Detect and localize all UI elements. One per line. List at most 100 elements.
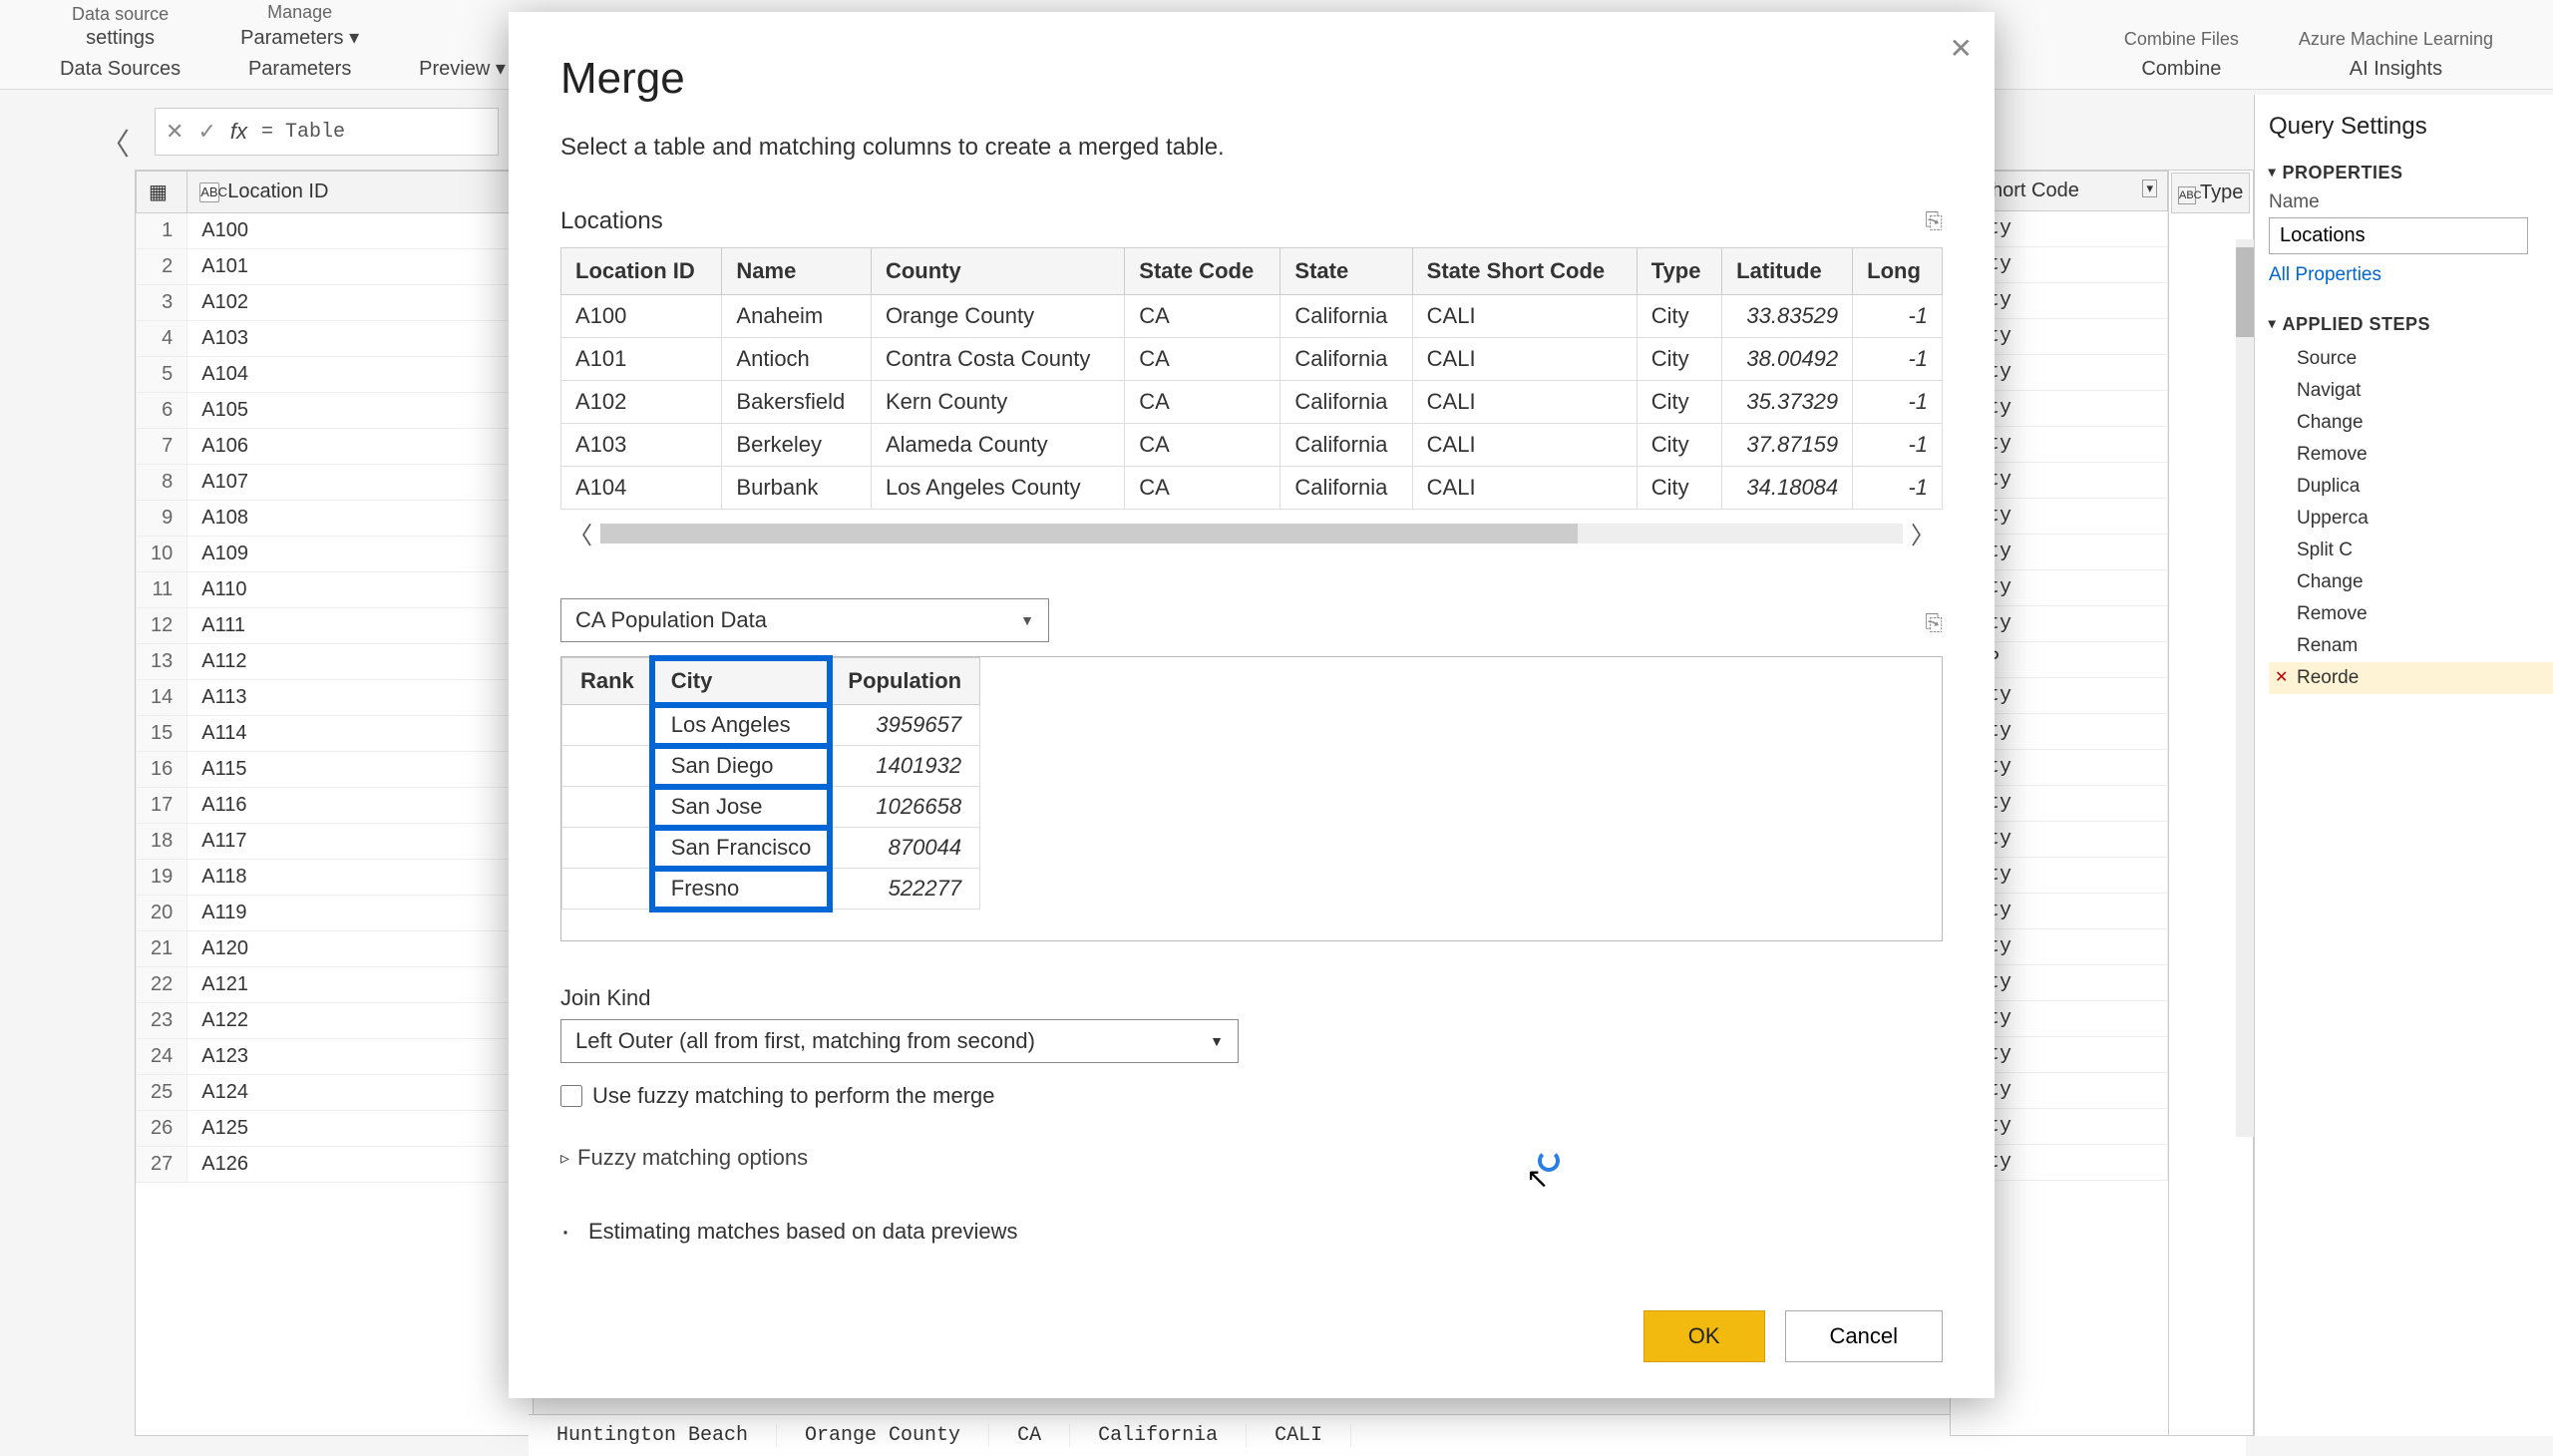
t2-cell[interactable]: 3959657 xyxy=(830,705,980,746)
fuzzy-checkbox-input[interactable] xyxy=(560,1085,582,1107)
table1-hscroll[interactable]: 〈 〉 xyxy=(560,516,1943,550)
t1-cell[interactable]: A100 xyxy=(561,295,722,338)
data-grid-left[interactable]: ▦ ABCLocation ID 1A1002A1013A1024A1035A1… xyxy=(135,170,534,1436)
ribbon-group-parameters[interactable]: Manage Parameters ▾ Parameters xyxy=(240,2,359,81)
t1-cell[interactable]: California xyxy=(1280,338,1412,381)
t1-cell[interactable]: CALI xyxy=(1412,381,1637,424)
cell-location-id[interactable]: A103 xyxy=(187,321,533,357)
fx-icon[interactable]: fx xyxy=(230,119,247,145)
row-number[interactable]: 20 xyxy=(137,896,187,931)
row-number[interactable]: 17 xyxy=(137,788,187,824)
t1-cell[interactable]: City xyxy=(1637,467,1721,510)
row-number[interactable]: 1 xyxy=(137,213,187,249)
row-number[interactable]: 11 xyxy=(137,572,187,608)
t2-cell[interactable]: Fresno xyxy=(652,869,830,910)
ok-button[interactable]: OK xyxy=(1643,1310,1765,1362)
row-number[interactable]: 19 xyxy=(137,860,187,896)
row-number[interactable]: 25 xyxy=(137,1075,187,1111)
cell-location-id[interactable]: A104 xyxy=(187,357,533,393)
t1-cell[interactable]: A102 xyxy=(561,381,722,424)
row-number[interactable]: 12 xyxy=(137,608,187,644)
t1-cell[interactable]: 35.37329 xyxy=(1722,381,1853,424)
cancel-icon[interactable]: ✕ xyxy=(166,119,183,145)
t1-cell[interactable]: Bakersfield xyxy=(722,381,872,424)
t2-cell[interactable]: Los Angeles xyxy=(652,705,830,746)
cell-location-id[interactable]: A109 xyxy=(187,537,533,572)
t2-col-header[interactable]: Rank xyxy=(562,658,653,705)
applied-steps-list[interactable]: SourceNavigatChangeRemoveDuplicaUppercaS… xyxy=(2269,343,2553,694)
t1-cell[interactable]: California xyxy=(1280,295,1412,338)
cell-location-id[interactable]: A101 xyxy=(187,249,533,285)
accept-icon[interactable]: ✓ xyxy=(197,119,215,145)
t1-cell[interactable]: City xyxy=(1637,295,1721,338)
t1-cell[interactable]: 33.83529 xyxy=(1722,295,1853,338)
ribbon-group-combine[interactable]: Combine Files Combine xyxy=(2124,29,2239,81)
t1-cell[interactable]: -1 xyxy=(1853,338,1943,381)
t1-col-header[interactable]: Latitude xyxy=(1722,248,1853,295)
row-number[interactable]: 27 xyxy=(137,1147,187,1183)
t1-cell[interactable]: City xyxy=(1637,424,1721,467)
cell-location-id[interactable]: A124 xyxy=(187,1075,533,1111)
row-number[interactable]: 23 xyxy=(137,1003,187,1039)
t1-cell[interactable]: Anaheim xyxy=(722,295,872,338)
formula-bar[interactable]: ✕ ✓ fx = Table xyxy=(155,108,499,156)
row-number[interactable]: 21 xyxy=(137,931,187,967)
applied-step[interactable]: Change xyxy=(2269,407,2553,439)
t1-cell[interactable]: California xyxy=(1280,467,1412,510)
expand-table2-icon[interactable]: ⎘ xyxy=(1925,610,1943,636)
row-number[interactable]: 2 xyxy=(137,249,187,285)
applied-step[interactable]: Remove xyxy=(2269,439,2553,471)
row-number[interactable]: 18 xyxy=(137,824,187,860)
applied-step[interactable]: Source xyxy=(2269,343,2553,375)
cell-location-id[interactable]: A123 xyxy=(187,1039,533,1075)
row-number[interactable]: 7 xyxy=(137,429,187,465)
t1-col-header[interactable]: State xyxy=(1280,248,1412,295)
t1-cell[interactable]: Los Angeles County xyxy=(871,467,1124,510)
cell-location-id[interactable]: A125 xyxy=(187,1111,533,1147)
t1-cell[interactable]: 34.18084 xyxy=(1722,467,1853,510)
applied-step[interactable]: Duplica xyxy=(2269,471,2553,503)
row-number[interactable]: 10 xyxy=(137,537,187,572)
applied-step[interactable]: Navigat xyxy=(2269,375,2553,407)
cell-location-id[interactable]: A120 xyxy=(187,931,533,967)
applied-step[interactable]: Remove xyxy=(2269,598,2553,630)
t2-cell[interactable]: San Diego xyxy=(652,746,830,787)
column-header-type[interactable]: ABCType xyxy=(2171,173,2250,213)
applied-step[interactable]: Split C xyxy=(2269,535,2553,566)
row-number[interactable]: 3 xyxy=(137,285,187,321)
row-number[interactable]: 9 xyxy=(137,501,187,537)
cell-location-id[interactable]: A108 xyxy=(187,501,533,537)
t1-cell[interactable]: CALI xyxy=(1412,338,1637,381)
fuzzy-options-expander[interactable]: Fuzzy matching options xyxy=(560,1145,1943,1171)
scroll-right-icon[interactable]: 〉 xyxy=(1903,516,1943,550)
applied-step[interactable]: Change xyxy=(2269,566,2553,598)
cell-location-id[interactable]: A115 xyxy=(187,752,533,788)
t1-cell[interactable]: Berkeley xyxy=(722,424,872,467)
cell-location-id[interactable]: A110 xyxy=(187,572,533,608)
t1-cell[interactable]: -1 xyxy=(1853,295,1943,338)
back-arrow-icon[interactable]: 〈 xyxy=(100,120,130,164)
cell-location-id[interactable]: A102 xyxy=(187,285,533,321)
scroll-left-icon[interactable]: 〈 xyxy=(560,516,600,550)
row-number[interactable]: 5 xyxy=(137,357,187,393)
t2-cell[interactable]: 522277 xyxy=(830,869,980,910)
t2-cell[interactable] xyxy=(562,705,653,746)
row-number[interactable]: 6 xyxy=(137,393,187,429)
t1-cell[interactable]: City xyxy=(1637,381,1721,424)
t2-cell[interactable]: 870044 xyxy=(830,828,980,869)
t1-col-header[interactable]: Location ID xyxy=(561,248,722,295)
row-number[interactable]: 15 xyxy=(137,716,187,752)
table2-dropdown[interactable]: CA Population Data▼ xyxy=(560,598,1049,642)
t1-cell[interactable]: Contra Costa County xyxy=(871,338,1124,381)
join-kind-dropdown[interactable]: Left Outer (all from first, matching fro… xyxy=(560,1019,1239,1063)
row-number[interactable]: 8 xyxy=(137,465,187,501)
t1-cell[interactable]: CA xyxy=(1125,381,1280,424)
row-number[interactable]: 24 xyxy=(137,1039,187,1075)
t1-cell[interactable]: City xyxy=(1637,338,1721,381)
t1-cell[interactable]: CA xyxy=(1125,424,1280,467)
t1-cell[interactable]: California xyxy=(1280,424,1412,467)
t1-col-header[interactable]: Name xyxy=(722,248,872,295)
row-number[interactable]: 16 xyxy=(137,752,187,788)
t1-cell[interactable]: Kern County xyxy=(871,381,1124,424)
t1-cell[interactable]: -1 xyxy=(1853,424,1943,467)
